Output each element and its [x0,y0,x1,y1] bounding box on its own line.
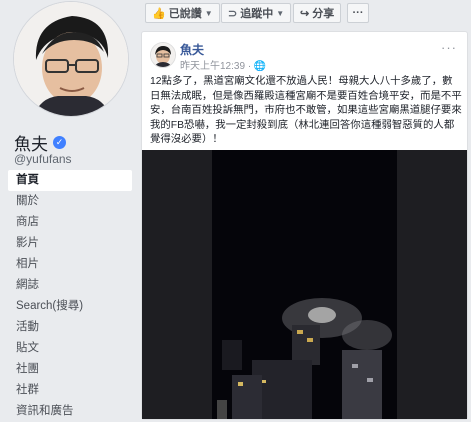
post-text: 12點多了，黑道宮廟文化還不放過人民！母親大人八十多歲了，數日無法成眠，但是像西… [150,76,462,145]
thumbs-up-icon: 👍 [152,7,166,20]
following-button[interactable]: ⊃ 追蹤中 ▼ [221,3,292,23]
liked-button[interactable]: 👍 已說讚 ▼ [145,3,220,23]
rss-icon: ⊃ [228,7,238,20]
nav-item-search[interactable]: Search(搜尋) [8,296,132,317]
page-nav: 首頁 關於 商店 影片 相片 網誌 Search(搜尋) 活動 貼文 社團 社群… [8,170,132,422]
nav-item-notes[interactable]: 網誌 [8,275,132,296]
nav-item-events[interactable]: 活動 [8,317,132,338]
more-label: ··· [352,7,364,19]
nav-item-home[interactable]: 首頁 [8,170,132,191]
verified-badge-icon: ✓ [53,136,66,149]
more-options-button[interactable]: ··· [347,3,369,23]
chevron-down-icon: ▼ [276,8,285,18]
nav-item-shop[interactable]: 商店 [8,212,132,233]
post-meta: 昨天上午12:39 · 🌐 [180,57,266,72]
share-button[interactable]: ↪ 分享 [293,3,342,23]
page-action-bar: 👍 已說讚 ▼ ⊃ 追蹤中 ▼ ↪ 分享 ··· [141,0,471,26]
profile-picture[interactable] [14,2,128,116]
post-more-button[interactable]: ··· [441,40,457,55]
nav-item-photos[interactable]: 相片 [8,254,132,275]
nav-item-posts[interactable]: 貼文 [8,338,132,359]
post-card: 魚夫 昨天上午12:39 · 🌐 ··· 12點多了，黑道宮廟文化還不放過人民！… [141,31,468,420]
nav-item-groups[interactable]: 社團 [8,359,132,380]
video-frame [142,150,467,419]
globe-icon: · 🌐 [247,61,267,72]
share-icon: ↪ [300,7,310,20]
following-label: 追蹤中 [240,8,274,20]
share-label: 分享 [312,8,335,20]
liked-label: 已說讚 [168,8,202,20]
nav-item-about[interactable]: 關於 [8,191,132,212]
left-sidebar: 魚夫 ✓ @yufufans 首頁 關於 商店 影片 相片 網誌 Search(… [0,0,135,420]
nav-item-info-ads[interactable]: 資訊和廣告 [8,401,132,422]
post-author-avatar[interactable] [150,42,176,68]
post-author-name[interactable]: 魚夫 [180,41,204,58]
post-video[interactable] [142,150,467,419]
nav-item-community[interactable]: 社群 [8,380,132,401]
chevron-down-icon: ▼ [204,8,213,18]
page-handle: @yufufans [14,152,72,166]
post-timestamp[interactable]: 昨天上午12:39 [180,61,245,72]
nav-item-videos[interactable]: 影片 [8,233,132,254]
